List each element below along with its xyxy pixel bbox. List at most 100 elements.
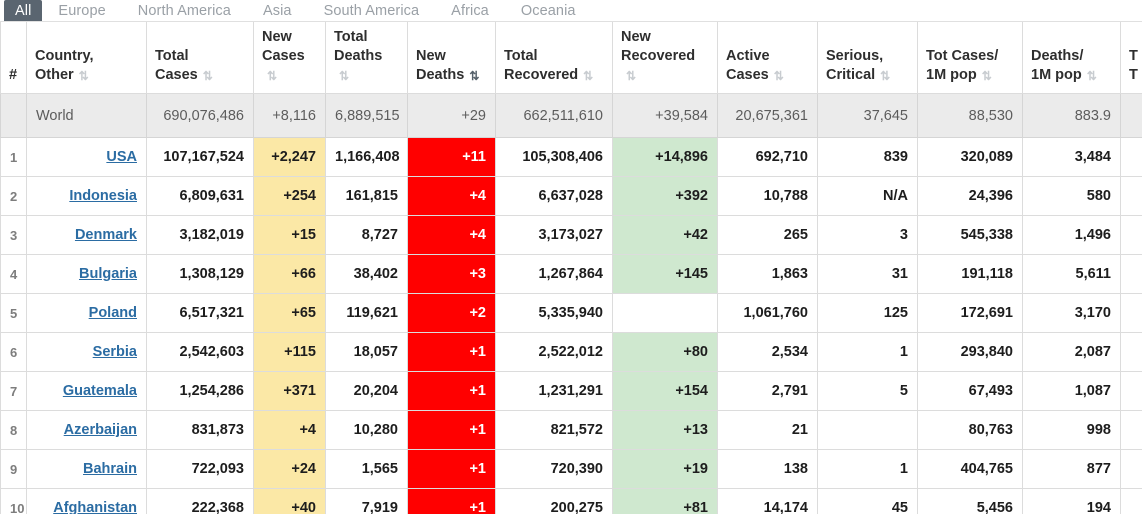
cell-dp: 883.9	[1022, 93, 1121, 138]
sort-toggle-icon[interactable]: ⇅	[1087, 70, 1099, 82]
region-table[interactable]: # Country, Other ⇅ Total Cases ⇅ New Cases⇅ Total…	[0, 22, 1142, 514]
tab-asia[interactable]: Asia	[247, 0, 308, 21]
column-header-line2: Deaths	[334, 48, 383, 64]
cell-nr: +81	[612, 488, 718, 514]
country-link[interactable]: Indonesia	[69, 188, 137, 204]
tab-list: All Europe North America Asia South America A…	[0, 0, 1142, 21]
country-link[interactable]: Bulgaria	[79, 266, 137, 282]
column-header-line2-wrap: 1M pop ⇅	[926, 66, 1014, 85]
country-link[interactable]: Azerbaijan	[64, 422, 137, 438]
column-header-sc[interactable]: Serious, Critical ⇅	[817, 22, 918, 94]
country-link[interactable]: USA	[106, 149, 137, 165]
column-header-nc[interactable]: New Cases ⇅	[253, 22, 326, 94]
cell-idx: 2	[0, 176, 27, 216]
cell-tcp: 404,765	[917, 449, 1023, 489]
table-row[interactable]: 1 USA 107,167,524 +2,247 1,166,408 +11 105,308…	[0, 137, 1142, 177]
column-header-dp[interactable]: Deaths/1M pop ⇅	[1022, 22, 1121, 94]
country-link[interactable]: Poland	[89, 305, 137, 321]
cell-ac: 138	[717, 449, 818, 489]
country-link[interactable]: Denmark	[75, 227, 137, 243]
sort-toggle-icon[interactable]: ⇅	[880, 70, 892, 82]
column-header-line2: Cases	[262, 48, 305, 64]
column-header-tc[interactable]: Total Cases ⇅	[146, 22, 254, 94]
column-header-line1: Total	[504, 48, 538, 64]
column-header-ac[interactable]: Active Cases ⇅	[717, 22, 818, 94]
column-header-line2-wrap: Cases ⇅	[262, 47, 317, 85]
table-row[interactable]: 7 Guatemala 1,254,286 +371 20,204 +1 1,231,291…	[0, 371, 1142, 411]
table-row[interactable]: 3 Denmark 3,182,019 +15 8,727 +4 3,173,027 +42 2…	[0, 215, 1142, 255]
tab-south-america[interactable]: South America	[308, 0, 436, 21]
table-row[interactable]: 6 Serbia 2,542,603 +115 18,057 +1 2,522,012 +80…	[0, 332, 1142, 372]
cell-tt	[1120, 449, 1142, 489]
cell-nd: +4	[407, 215, 496, 255]
table-row[interactable]: 8 Azerbaijan 831,873 +4 10,280 +1 821,572 +13 21…	[0, 410, 1142, 450]
cell-sc: 5	[817, 371, 918, 411]
cell-ac: 2,534	[717, 332, 818, 372]
column-header-line1: New	[416, 48, 446, 64]
column-header-line2: Cases	[726, 67, 769, 83]
column-header-line2: Critical	[826, 67, 876, 83]
column-header-name[interactable]: Country, Other ⇅	[26, 22, 147, 94]
cell-tr: 6,637,028	[495, 176, 613, 216]
column-header-line2: Cases	[155, 67, 198, 83]
country-link[interactable]: Bahrain	[83, 461, 137, 477]
column-header-tcp[interactable]: Tot Cases/1M pop ⇅	[917, 22, 1023, 94]
cell-name: Serbia	[26, 332, 147, 372]
sort-toggle-icon[interactable]: ⇅	[982, 70, 994, 82]
column-header-nd[interactable]: New Deaths ⇅	[407, 22, 496, 94]
sort-toggle-icon[interactable]: ⇅	[774, 70, 786, 82]
column-header-line2: 1M pop	[926, 67, 977, 83]
cell-nc: +24	[253, 449, 326, 489]
country-link[interactable]: Guatemala	[63, 383, 137, 399]
column-header-td[interactable]: Total Deaths ⇅	[325, 22, 408, 94]
cell-nr: +19	[612, 449, 718, 489]
cell-tc: 6,809,631	[146, 176, 254, 216]
sort-toggle-icon[interactable]: ⇅	[267, 70, 279, 82]
column-header-line2: Recovered	[504, 67, 579, 83]
cell-idx	[0, 93, 27, 138]
tab-all[interactable]: All	[4, 0, 43, 21]
cell-sc: 1	[817, 449, 918, 489]
cell-td: 119,621	[325, 293, 408, 333]
column-header-nr[interactable]: New Recovered ⇅	[612, 22, 718, 94]
cell-idx: 5	[0, 293, 27, 333]
cell-ac: 265	[717, 215, 818, 255]
cell-tc: 222,368	[146, 488, 254, 514]
tab-africa[interactable]: Africa	[435, 0, 505, 21]
sort-descending-icon[interactable]: ⇅	[469, 70, 481, 82]
table-row[interactable]: 10 Afghanistan 222,368 +40 7,919 +1 200,275 +81…	[0, 488, 1142, 514]
cell-sc: 37,645	[817, 93, 918, 138]
cell-name: Indonesia	[26, 176, 147, 216]
column-header-line2-wrap: #	[9, 66, 18, 85]
table-row[interactable]: 5 Poland 6,517,321 +65 119,621 +2 5,335,940 1,0…	[0, 293, 1142, 333]
cell-name: Afghanistan	[26, 488, 147, 514]
cell-td: 38,402	[325, 254, 408, 294]
cell-tcp: 5,456	[917, 488, 1023, 514]
tab-europe[interactable]: Europe	[42, 0, 121, 21]
sort-toggle-icon[interactable]: ⇅	[626, 70, 638, 82]
tab-oceania[interactable]: Oceania	[505, 0, 592, 21]
column-header-tr[interactable]: Total Recovered ⇅	[495, 22, 613, 94]
table-row-world[interactable]: World 690,076,486 +8,116 6,889,515 +29 662,51…	[0, 93, 1142, 138]
sort-toggle-icon[interactable]: ⇅	[583, 70, 595, 82]
country-link[interactable]: Afghanistan	[53, 500, 137, 514]
cell-dp: 3,484	[1022, 137, 1121, 177]
cell-tc: 107,167,524	[146, 137, 254, 177]
sort-toggle-icon[interactable]: ⇅	[79, 70, 91, 82]
cell-tc: 690,076,486	[146, 93, 254, 138]
cell-dp: 580	[1022, 176, 1121, 216]
table-row[interactable]: 4 Bulgaria 1,308,129 +66 38,402 +3 1,267,864 +1…	[0, 254, 1142, 294]
column-header-tt[interactable]: TT	[1120, 22, 1142, 94]
sort-toggle-icon[interactable]: ⇅	[203, 70, 215, 82]
country-link[interactable]: Serbia	[93, 344, 137, 360]
tab-north-america[interactable]: North America	[122, 0, 247, 21]
sort-toggle-icon[interactable]: ⇅	[339, 70, 351, 82]
cell-tr: 105,308,406	[495, 137, 613, 177]
column-header-line1: New	[621, 29, 651, 45]
column-header-idx[interactable]: #	[0, 22, 27, 94]
table-row[interactable]: 2 Indonesia 6,809,631 +254 161,815 +4 6,637,02…	[0, 176, 1142, 216]
cell-dp: 5,611	[1022, 254, 1121, 294]
cell-idx: 4	[0, 254, 27, 294]
cell-tc: 2,542,603	[146, 332, 254, 372]
table-row[interactable]: 9 Bahrain 722,093 +24 1,565 +1 720,390 +19 138 1 4…	[0, 449, 1142, 489]
